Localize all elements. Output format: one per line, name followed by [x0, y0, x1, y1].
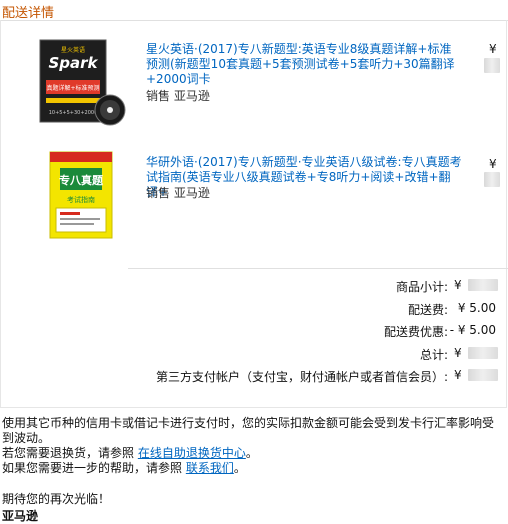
seller-label: 销售 亚马逊	[146, 186, 210, 200]
help-prefix: 如果您需要进一步的帮助，请参照	[2, 461, 186, 475]
third-party-payment-currency: ¥	[454, 368, 462, 382]
summary-divider	[128, 268, 508, 269]
cover-band-text: 真题详解+标准预测	[46, 84, 99, 92]
third-party-payment-redacted	[468, 369, 498, 381]
cover-foot-text: 10+5+5+30+2000	[49, 110, 98, 116]
book-cover-icon: 专八真题 考试指南	[49, 151, 113, 239]
help-suffix: 。	[233, 461, 246, 475]
seller-label: 销售 亚马逊	[146, 89, 210, 103]
help-line: 如果您需要进一步的帮助，请参照 联系我们。	[2, 461, 502, 476]
shipping-label: 配送费:	[407, 303, 448, 317]
total-redacted	[468, 347, 498, 359]
product-title-link[interactable]: 星火英语·(2017)专八新题型:英语专业8级真题详解+标准预测(新题型10套真…	[146, 42, 455, 86]
shipping-discount-value: - ¥ 5.00	[449, 323, 496, 337]
cover-big-text: 专八真题	[59, 173, 104, 187]
cover-top-text: 星火英语	[61, 46, 85, 54]
section-title: 配送详情	[2, 6, 55, 21]
return-line: 若您需要退换货，请参照 在线自助退换货中心。	[2, 446, 502, 461]
shipping-discount-label: 配送费优惠:	[383, 325, 448, 339]
product-image[interactable]: 星火英语 Spark 真题详解+标准预测 10+5+5+30+2000	[38, 38, 128, 128]
product-title[interactable]: 星火英语·(2017)专八新题型:英语专业8级真题详解+标准预测(新题型10套真…	[146, 42, 462, 87]
price-currency: ¥	[489, 157, 497, 171]
return-suffix: 。	[245, 446, 258, 460]
book-cover-icon: 星火英语 Spark 真题详解+标准预测 10+5+5+30+2000	[39, 39, 126, 126]
subtotal-currency: ¥	[454, 278, 462, 292]
product-image[interactable]: 专八真题 考试指南	[38, 150, 128, 240]
price-currency: ¥	[489, 42, 497, 56]
price-redacted	[484, 172, 500, 187]
brand-signature: 亚马逊	[2, 509, 39, 523]
contact-us-link[interactable]: 联系我们	[186, 461, 234, 475]
cover-brand-text: Spark	[48, 54, 98, 72]
total-currency: ¥	[454, 346, 462, 360]
cover-sub-text: 考试指南	[67, 195, 95, 204]
subtotal-redacted	[468, 279, 498, 291]
third-party-payment-label: 第三方支付帐户（支付宝，财付通帐户或者首信会员）:	[155, 370, 448, 384]
return-prefix: 若您需要退换货，请参照	[2, 446, 138, 460]
return-center-link[interactable]: 在线自助退换货中心	[138, 446, 246, 460]
footer-notes: 使用其它币种的信用卡或借记卡进行支付时，您的实际扣款金额可能会受到发卡行汇率影响…	[2, 416, 502, 476]
currency-note: 使用其它币种的信用卡或借记卡进行支付时，您的实际扣款金额可能会受到发卡行汇率影响…	[2, 416, 495, 445]
total-label: 总计:	[419, 348, 448, 362]
shipping-value: ¥ 5.00	[457, 301, 496, 315]
subtotal-label: 商品小计:	[395, 280, 448, 294]
price-redacted	[484, 58, 500, 73]
closing-message: 期待您的再次光临！	[2, 492, 111, 506]
